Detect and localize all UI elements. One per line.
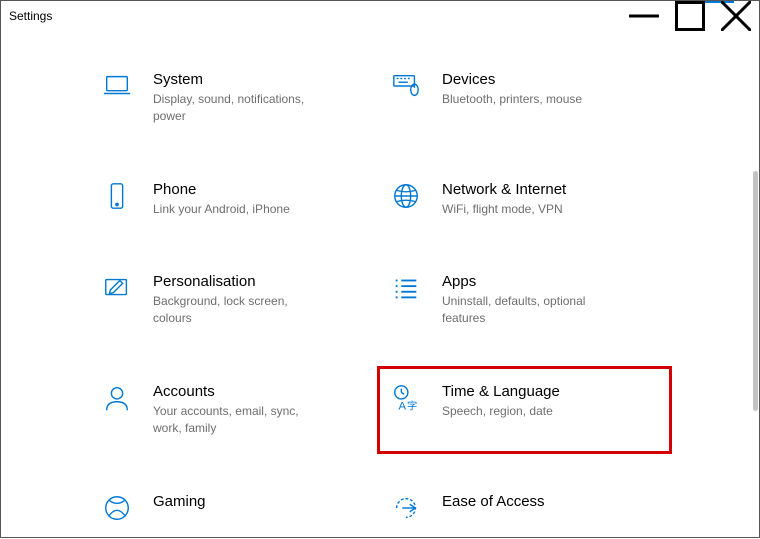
category-title: Network & Internet — [442, 181, 659, 198]
list-icon — [390, 273, 422, 305]
category-title: Accounts — [153, 383, 370, 400]
category-title: Ease of Access — [442, 493, 659, 510]
category-personalisation[interactable]: Personalisation Background, lock screen,… — [101, 273, 370, 327]
minimize-icon — [629, 1, 659, 31]
window-controls — [621, 1, 759, 31]
category-system[interactable]: System Display, sound, notifications, po… — [101, 71, 370, 125]
category-desc: Your accounts, email, sync, work, family — [153, 403, 323, 437]
category-title: Devices — [442, 71, 659, 88]
phone-icon — [101, 181, 133, 213]
xbox-icon — [101, 493, 133, 525]
category-gaming[interactable]: Gaming — [101, 493, 370, 525]
category-desc: WiFi, flight mode, VPN — [442, 201, 612, 218]
category-title: Gaming — [153, 493, 370, 510]
category-title: Personalisation — [153, 273, 370, 290]
person-icon — [101, 383, 133, 415]
category-desc: Bluetooth, printers, mouse — [442, 91, 612, 108]
category-phone[interactable]: Phone Link your Android, iPhone — [101, 181, 370, 218]
category-title: Apps — [442, 273, 659, 290]
close-button[interactable] — [713, 1, 759, 31]
maximize-button[interactable] — [667, 1, 713, 31]
ease-icon — [390, 493, 422, 525]
category-title: Time & Language — [442, 383, 659, 400]
window-title: Settings — [9, 9, 52, 23]
globe-icon — [390, 181, 422, 213]
category-accounts[interactable]: Accounts Your accounts, email, sync, wor… — [101, 383, 370, 437]
titlebar: Settings — [1, 1, 759, 31]
laptop-icon — [101, 71, 133, 103]
category-title: System — [153, 71, 370, 88]
close-icon — [721, 1, 751, 31]
category-network[interactable]: Network & Internet WiFi, flight mode, VP… — [390, 181, 659, 218]
category-apps[interactable]: Apps Uninstall, defaults, optional featu… — [390, 273, 659, 327]
category-title: Phone — [153, 181, 370, 198]
category-desc: Display, sound, notifications, power — [153, 91, 323, 125]
settings-categories: System Display, sound, notifications, po… — [1, 31, 759, 539]
category-ease-of-access[interactable]: Ease of Access — [390, 493, 659, 525]
category-desc: Link your Android, iPhone — [153, 201, 323, 218]
category-devices[interactable]: Devices Bluetooth, printers, mouse — [390, 71, 659, 125]
svg-text:字: 字 — [407, 399, 417, 412]
minimize-button[interactable] — [621, 1, 667, 31]
svg-text:A: A — [399, 400, 407, 412]
vertical-scrollbar[interactable] — [753, 171, 758, 411]
maximize-icon — [675, 1, 705, 31]
keyboard-icon — [390, 71, 422, 103]
clock-lang-icon: A字 — [390, 383, 422, 415]
category-time-language[interactable]: A字 Time & Language Speech, region, date — [377, 366, 672, 454]
category-desc: Uninstall, defaults, optional features — [442, 293, 612, 327]
pen-icon — [101, 273, 133, 305]
category-desc: Speech, region, date — [442, 403, 612, 420]
category-desc: Background, lock screen, colours — [153, 293, 323, 327]
